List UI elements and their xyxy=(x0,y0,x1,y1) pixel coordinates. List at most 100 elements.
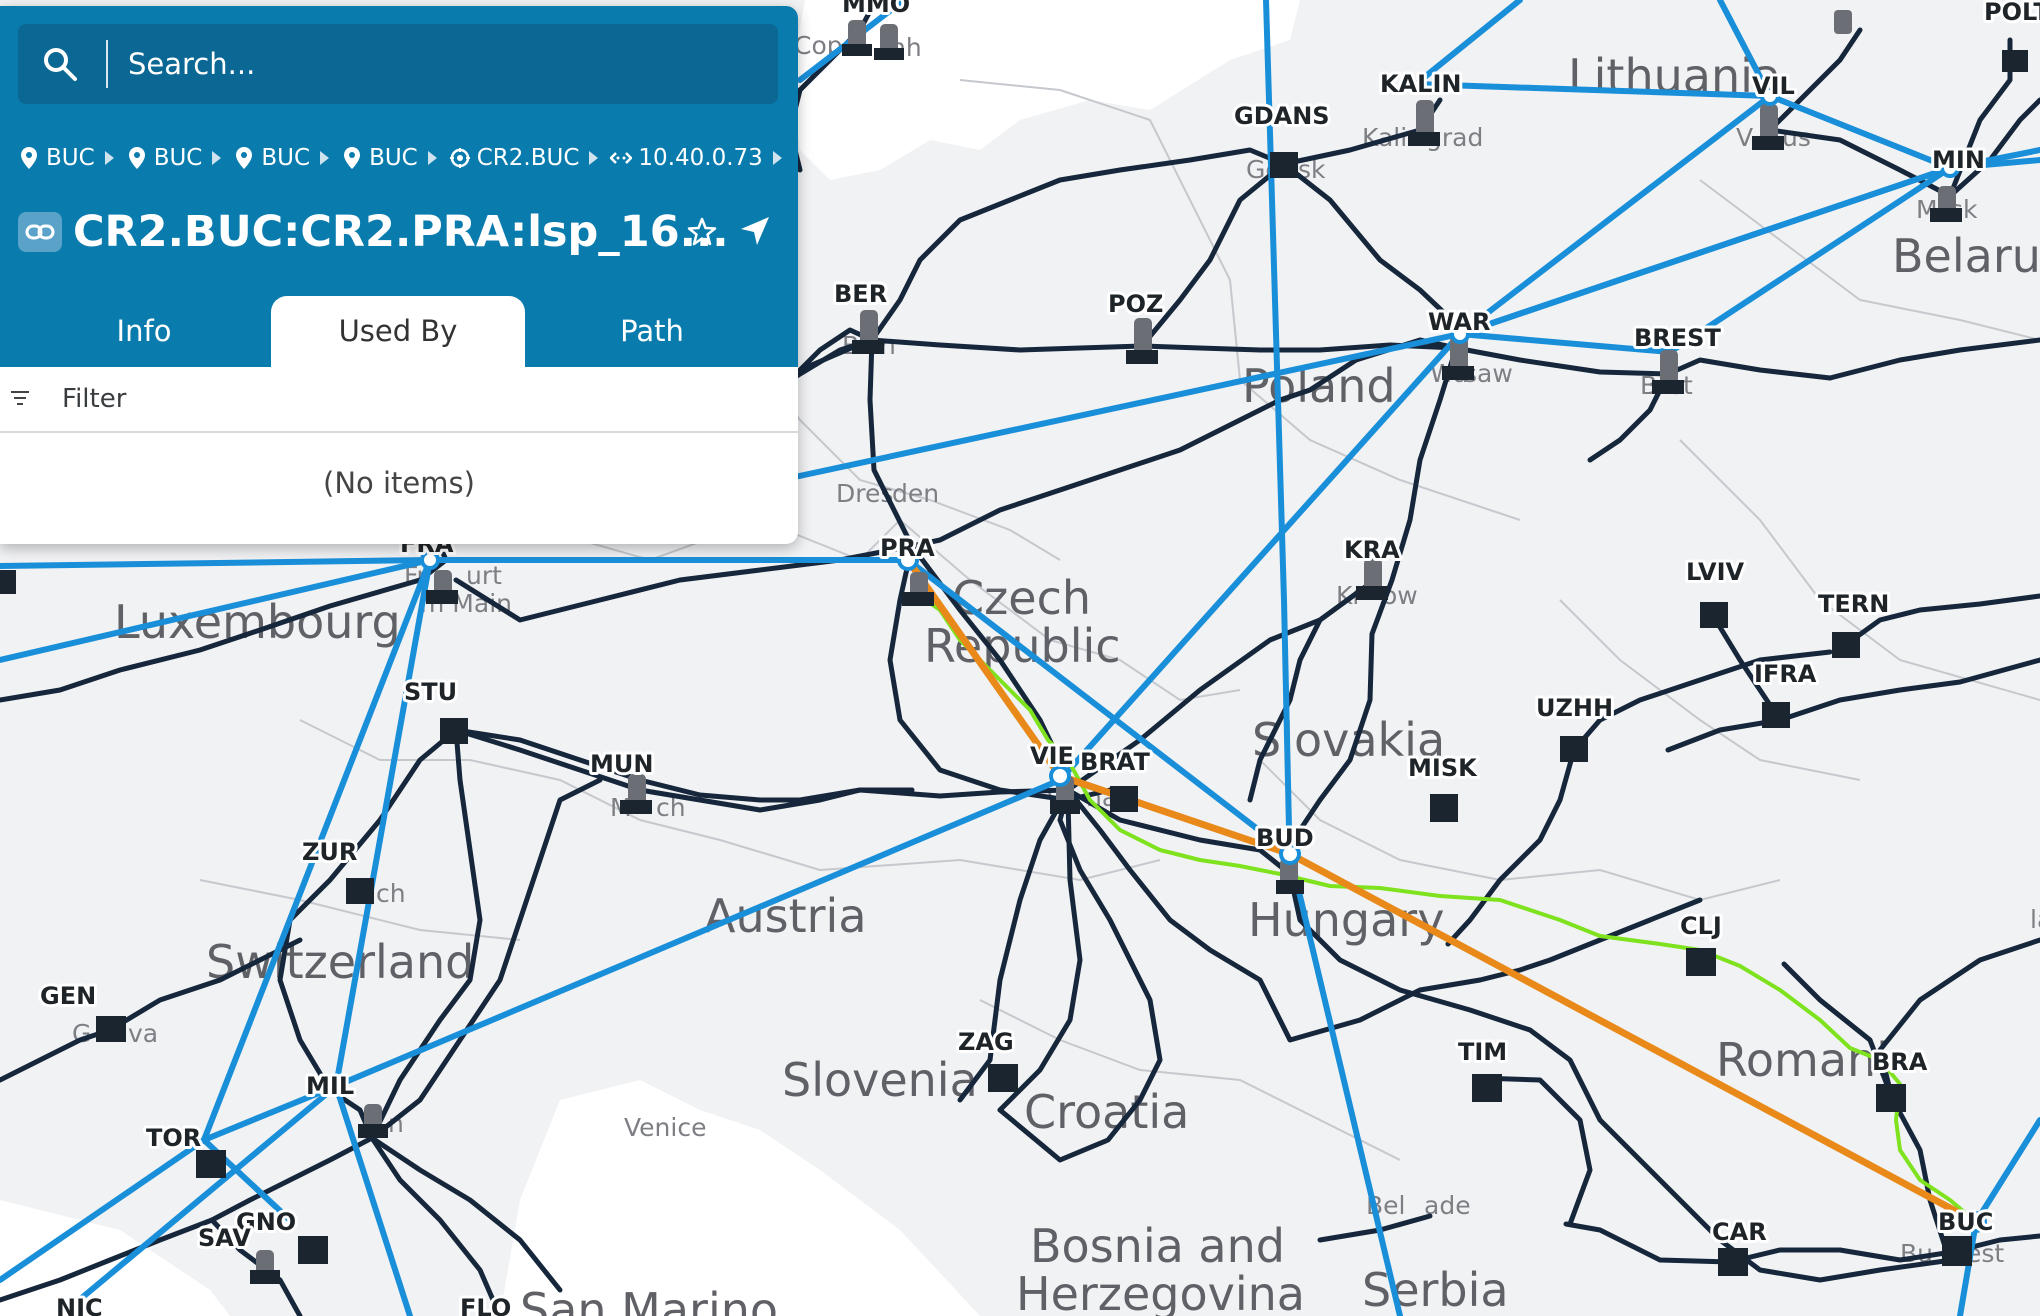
breadcrumb-item[interactable]: 10.40.0.73 xyxy=(610,145,793,171)
node-label: TOR xyxy=(146,1124,201,1152)
breadcrumb-item[interactable]: BUC xyxy=(341,145,449,171)
node-label: BRAT xyxy=(1080,748,1150,776)
star-icon[interactable] xyxy=(686,216,718,248)
link-icon xyxy=(18,212,62,252)
search-icon[interactable] xyxy=(42,46,78,82)
country-label: Serbia xyxy=(1362,1263,1509,1316)
country-label: Switzerland xyxy=(206,935,474,989)
filter-input[interactable]: Filter xyxy=(62,381,126,417)
node-pin[interactable] xyxy=(96,1016,126,1042)
node-label: NIC xyxy=(56,1294,103,1316)
panel-header: Search... BUC BUC BUC BUC CR2.BUC 10.40.… xyxy=(0,6,798,367)
chevron-right-icon xyxy=(772,151,782,165)
interface-icon xyxy=(610,152,633,164)
node-pin[interactable] xyxy=(1834,10,1852,34)
country-label: Romani xyxy=(1716,1033,1889,1087)
node-pin[interactable] xyxy=(0,570,16,594)
node-pin[interactable] xyxy=(1700,602,1728,628)
node-label: BER xyxy=(834,280,887,308)
node-label: CLJ xyxy=(1680,912,1722,940)
filter-icon[interactable] xyxy=(10,390,30,406)
details-panel: Search... BUC BUC BUC BUC CR2.BUC 10.40.… xyxy=(0,6,798,544)
node-pin[interactable] xyxy=(1686,948,1716,976)
node-label: GEN xyxy=(40,982,96,1010)
node-pin[interactable] xyxy=(1942,1236,1972,1266)
router-icon xyxy=(449,148,470,168)
city-label: va xyxy=(128,1019,158,1048)
node-label: TERN xyxy=(1818,590,1889,618)
country-label: Belarus xyxy=(1892,229,2040,283)
breadcrumb-item[interactable]: CR2.BUC xyxy=(449,145,611,171)
city-label: Venice xyxy=(624,1113,706,1142)
tab-info[interactable]: Info xyxy=(17,296,271,367)
node-label: POLT xyxy=(1984,0,2040,26)
chevron-right-icon xyxy=(320,151,330,165)
node-label: MIL xyxy=(306,1072,354,1100)
node-label: SAV xyxy=(198,1224,251,1252)
city-label: den xyxy=(892,479,939,508)
node-pin[interactable] xyxy=(1876,1084,1906,1112)
breadcrumb-label[interactable]: BUC xyxy=(154,145,203,171)
breadcrumb-label[interactable]: BUC xyxy=(261,145,310,171)
node-label: PRA xyxy=(880,534,935,562)
tab-path[interactable]: Path xyxy=(525,296,779,367)
breadcrumb-label[interactable]: 10.40.0.73 xyxy=(638,145,762,171)
chevron-right-icon xyxy=(212,151,222,165)
node-label: KALIN xyxy=(1380,70,1461,98)
filter-bar[interactable]: Filter xyxy=(0,367,798,433)
breadcrumb-label[interactable]: CR2.BUC xyxy=(477,145,580,171)
country-label: Bosnia and xyxy=(1030,1219,1285,1273)
search-bar[interactable]: Search... xyxy=(18,24,778,104)
node-pin[interactable] xyxy=(988,1064,1018,1092)
node-label: POZ xyxy=(1108,290,1163,318)
node-pin[interactable] xyxy=(1270,152,1298,178)
node-label: CAR xyxy=(1712,1218,1767,1246)
city-label: ch xyxy=(376,879,406,908)
city-label: V xyxy=(1736,123,1753,152)
node-pin[interactable] xyxy=(1472,1074,1502,1102)
node-pin[interactable] xyxy=(196,1150,226,1178)
node-label: BUC xyxy=(1938,1208,1993,1236)
breadcrumb-item[interactable]: BUC xyxy=(233,145,341,171)
node-label: MUN xyxy=(590,750,653,778)
node-pin[interactable] xyxy=(440,718,468,744)
node-pin[interactable] xyxy=(346,878,374,904)
node-pin[interactable] xyxy=(1832,632,1860,658)
city-label: urt xyxy=(466,561,502,590)
empty-list-message: (No items) xyxy=(323,466,475,500)
page-title: CR2.BUC:CR2.PRA:lsp_16... xyxy=(73,207,729,257)
node-pin[interactable] xyxy=(298,1236,328,1264)
node-pin[interactable] xyxy=(2002,50,2028,72)
node-label: VIE xyxy=(1030,742,1074,770)
node-label: TIM xyxy=(1458,1038,1507,1066)
country-label: Croatia xyxy=(1024,1085,1189,1139)
breadcrumb-label[interactable]: BUC xyxy=(46,145,95,171)
node-label: UZHH xyxy=(1536,694,1613,722)
breadcrumb: BUC BUC BUC BUC CR2.BUC 10.40.0.73 xyxy=(18,140,794,176)
tab-used-by[interactable]: Used By xyxy=(271,296,525,367)
search-divider xyxy=(106,40,108,88)
node-pin[interactable] xyxy=(1762,702,1790,728)
title-row: CR2.BUC:CR2.PRA:lsp_16... xyxy=(18,202,788,262)
location-pin-icon xyxy=(344,147,361,169)
breadcrumb-label[interactable]: BUC xyxy=(369,145,418,171)
node-pin[interactable] xyxy=(1718,1248,1748,1276)
location-pin-icon xyxy=(236,147,253,169)
node-pin[interactable] xyxy=(1560,736,1588,762)
node-label: ZUR xyxy=(302,838,357,866)
chevron-right-icon xyxy=(104,151,114,165)
node-label: KRA xyxy=(1344,536,1400,564)
navigate-arrow-icon[interactable] xyxy=(738,214,772,248)
breadcrumb-item[interactable]: BUC xyxy=(18,145,126,171)
node-label: LVIV xyxy=(1686,558,1744,586)
location-pin-icon xyxy=(21,147,37,169)
node-pin[interactable] xyxy=(1430,794,1458,822)
node-label: ZAG xyxy=(958,1028,1014,1056)
search-input[interactable]: Search... xyxy=(128,44,255,84)
node-label: FLO xyxy=(460,1294,511,1316)
breadcrumb-item[interactable]: BUC xyxy=(126,145,234,171)
node-label: MISK xyxy=(1408,754,1478,782)
node-label: BREST xyxy=(1634,324,1721,352)
node-pin[interactable] xyxy=(1110,786,1138,812)
node-label: BUD xyxy=(1256,824,1314,852)
